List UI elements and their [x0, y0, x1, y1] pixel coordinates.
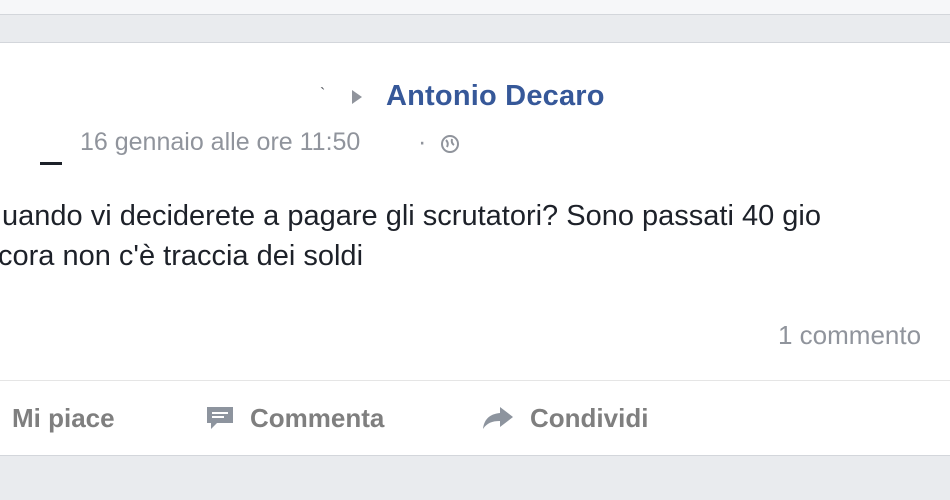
globe-icon[interactable]: [440, 134, 460, 154]
post-message: uando vi deciderete a pagare gli scrutat…: [0, 196, 950, 276]
redacted-author-name: [98, 84, 334, 106]
comment-button[interactable]: Commenta: [204, 401, 384, 435]
comment-bubble-icon: [204, 404, 236, 432]
post-message-line: uando vi deciderete a pagare gli scrutat…: [2, 200, 821, 232]
like-button[interactable]: Mi piace: [12, 401, 115, 435]
avatar[interactable]: [40, 162, 62, 165]
page: ` Antonio Decaro 16 gennaio alle ore 11:…: [0, 0, 950, 500]
feed-top-edge: [0, 0, 950, 15]
comment-button-label: Commenta: [250, 402, 385, 433]
feed-bottom-gap: [0, 456, 950, 500]
share-arrow-icon: [480, 404, 516, 432]
share-button-label: Condividi: [530, 402, 649, 433]
comments-count-link[interactable]: 1 commento: [778, 320, 921, 351]
like-button-label: Mi piace: [12, 402, 115, 433]
triangle-right-icon: [352, 90, 362, 104]
share-button[interactable]: Condividi: [480, 401, 648, 435]
post-message-line: cora non c'è traccia dei soldi: [0, 240, 364, 272]
post-action-bar: Mi piace Commenta Condividi: [0, 381, 950, 455]
meta-separator: ·: [418, 128, 427, 156]
post-timestamp[interactable]: 16 gennaio alle ore 11:50: [80, 128, 360, 157]
target-profile-link[interactable]: Antonio Decaro: [386, 80, 605, 113]
name-fragment: `: [320, 86, 326, 103]
